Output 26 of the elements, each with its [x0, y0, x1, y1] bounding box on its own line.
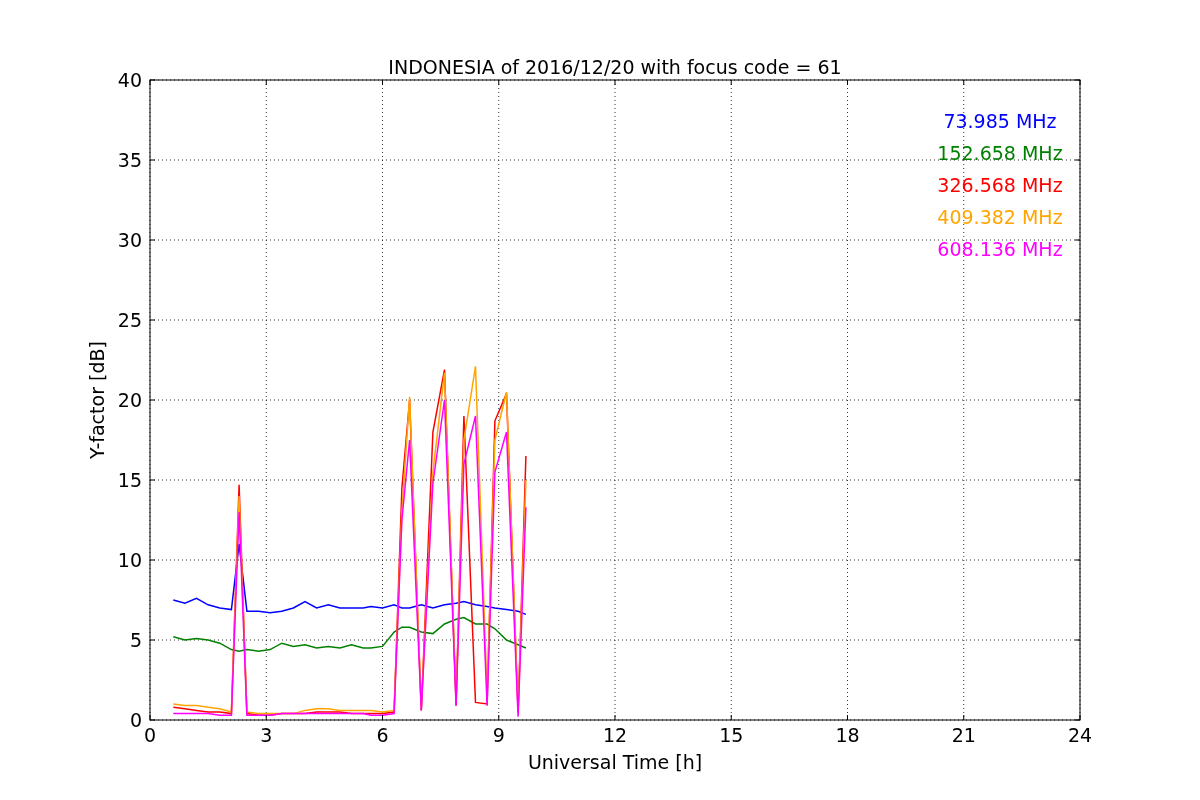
tick-label: 18: [835, 724, 860, 746]
tick-label: 21: [951, 724, 976, 746]
tick-label: 15: [719, 724, 744, 746]
tick-label: 10: [117, 549, 142, 571]
legend-label: 73.985 MHz: [943, 110, 1057, 132]
tick-label: 15: [117, 469, 142, 491]
tick-label: 0: [129, 709, 142, 731]
chart-title: INDONESIA of 2016/12/20 with focus code = 61: [388, 56, 842, 78]
y-axis-label: Y-factor [dB]: [86, 341, 108, 459]
tick-label: 0: [143, 724, 157, 746]
tick-label: 9: [492, 724, 505, 746]
tick-label: 25: [117, 309, 142, 331]
legend-label: 326.568 MHz: [937, 174, 1063, 196]
legend-label: 608.136 MHz: [937, 238, 1063, 260]
tick-label: 12: [602, 724, 628, 746]
legend-label: 152.658 MHz: [937, 142, 1063, 164]
tick-label: 6: [376, 724, 389, 746]
tick-label: 24: [1067, 724, 1093, 746]
tick-label: 3: [260, 724, 273, 746]
tick-label: 35: [117, 149, 142, 171]
tick-label: 30: [117, 229, 142, 251]
x-axis-label: Universal Time [h]: [527, 751, 703, 773]
legend-label: 409.382 MHz: [937, 206, 1063, 228]
tick-label: 40: [117, 69, 142, 91]
tick-label: 5: [129, 629, 142, 651]
tick-label: 20: [117, 389, 142, 411]
